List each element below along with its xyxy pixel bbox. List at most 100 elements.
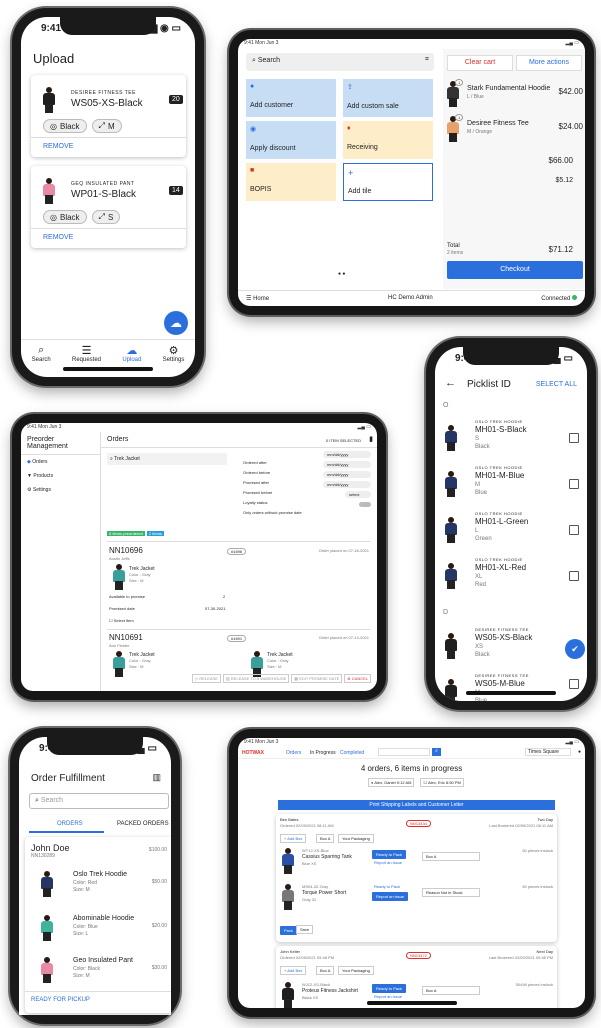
ready-to-pack-link[interactable]: Ready to Pack: [374, 884, 400, 889]
search-input[interactable]: [378, 748, 430, 756]
product-thumbnail: [43, 178, 55, 204]
item-checkbox[interactable]: [569, 433, 579, 443]
list-item[interactable]: OSLO TREK HOODIE MH01-XL-Red XL Red: [435, 553, 587, 599]
filter-row: Ordered after mm/dd/yyyy: [243, 451, 371, 465]
size-chip[interactable]: ⤢ S: [91, 210, 121, 224]
cancel-button[interactable]: ⊗ CANCEL: [344, 674, 371, 683]
select-all-button[interactable]: SELECT ALL: [536, 381, 577, 388]
save-button[interactable]: Save: [296, 925, 314, 934]
item-checkbox[interactable]: [569, 679, 579, 689]
select-item[interactable]: ☐ Select Item: [109, 618, 134, 623]
scan-icon[interactable]: ⌗: [425, 56, 429, 64]
search-icon: ⌕: [35, 797, 39, 804]
color-chip[interactable]: ◎ Black: [43, 210, 87, 224]
summary-title: 4 orders, 6 items in progress: [360, 764, 463, 773]
search-button[interactable]: ⌕: [432, 748, 441, 756]
item-checkbox[interactable]: [569, 479, 579, 489]
item-checkbox[interactable]: [569, 525, 579, 535]
order-placed: Order placed on 07-14-2021: [318, 635, 369, 640]
list-item[interactable]: DESIREE FITNESS TEE WS05-M-Blue M Blue: [435, 669, 587, 701]
list-item[interactable]: DESIREE FITNESS TEE WS05-XS-Black XS Bla…: [435, 623, 587, 669]
search-input[interactable]: ⌕ Search: [29, 793, 169, 809]
item-checkbox[interactable]: [569, 571, 579, 581]
date-field[interactable]: mm/dd/yyyy: [323, 451, 371, 458]
ready-to-pack-button[interactable]: Ready to Pack: [372, 984, 407, 993]
tab-completed[interactable]: Completed: [340, 750, 364, 756]
picker-chip[interactable]: ● Alex, Daniel 9:12 AM: [368, 778, 415, 787]
box-select[interactable]: Box A: [422, 852, 480, 861]
chart-icon[interactable]: ▥: [152, 772, 161, 783]
item-color: Color : Gray: [129, 658, 151, 663]
loyalty-select[interactable]: select: [345, 491, 371, 498]
box-chip[interactable]: Box A: [316, 966, 335, 975]
picker-chip[interactable]: ☐ Alex, Eric 8:50 PM: [420, 778, 464, 787]
cart-item[interactable]: 1 Stark Fundamental Hoodie L / Blue $42.…: [447, 79, 583, 109]
nav-settings[interactable]: ⚙ Settings: [163, 344, 185, 377]
add-box-button[interactable]: + Add Box: [280, 834, 307, 843]
cart-item[interactable]: 1 Desiree Fitness Tee M / Orange $24.00: [447, 114, 583, 144]
checkout-button[interactable]: Checkout: [447, 261, 583, 279]
filter-row: Promised before mm/dd/yyyy: [243, 481, 371, 495]
box-select[interactable]: Box A: [422, 986, 480, 995]
release-button[interactable]: ▷ RELEASE: [192, 674, 221, 683]
remove-button[interactable]: REMOVE: [43, 234, 73, 241]
nav-search[interactable]: ⌕ Search: [32, 344, 51, 377]
tab-in-progress[interactable]: In Progress: [310, 750, 336, 756]
reason-select[interactable]: Reason Not in Stock: [422, 888, 480, 897]
home-link[interactable]: Home: [253, 296, 269, 302]
battery-icon: ▂▄ ▭: [565, 739, 579, 745]
tile-bopis[interactable]: ■ BOPIS: [246, 163, 336, 201]
packaging-select[interactable]: Your Packaging: [338, 834, 374, 843]
clear-cart-button[interactable]: Clear cart: [447, 55, 513, 71]
size-chip[interactable]: ⤢ M: [91, 119, 122, 133]
tile-add-tile[interactable]: + Add tile: [343, 163, 433, 201]
menu-icon[interactable]: ☰: [246, 296, 251, 302]
product-sku: MH01-XL-Red: [475, 563, 527, 572]
tab-orders[interactable]: Orders: [286, 750, 301, 756]
print-labels-button[interactable]: Print Shipping Labels and Customer Lette…: [278, 800, 555, 810]
search-bar[interactable]: ⌕ Search ⌗: [246, 53, 434, 71]
report-issue-link[interactable]: Report an issue: [374, 860, 402, 865]
tile-add-customer[interactable]: ● Add customer: [246, 79, 336, 117]
release-warehouse-button[interactable]: ▥ RELEASE TO A WAREHOUSE: [222, 674, 290, 683]
store-select[interactable]: Times Square: [525, 748, 571, 756]
ready-to-pack-button[interactable]: Ready to Pack: [372, 850, 407, 859]
pack-button[interactable]: Pack: [280, 926, 297, 935]
tile-add-custom-sale[interactable]: ⇪ Add custom sale: [343, 79, 433, 117]
list-item[interactable]: OSLO TREK HOODIE MH01-S-Black S Black: [435, 415, 587, 461]
remove-button[interactable]: REMOVE: [43, 143, 73, 150]
date-field[interactable]: mm/dd/yyyy: [323, 481, 371, 488]
tab-orders[interactable]: ORDERS: [57, 821, 83, 827]
packaging-select[interactable]: Your Packaging: [338, 966, 374, 975]
color-chip[interactable]: ◎ Black: [43, 119, 87, 133]
menu-item-settings[interactable]: ⚙ Settings: [21, 483, 100, 497]
date-field[interactable]: mm/dd/yyyy: [323, 461, 371, 468]
tile-apply-discount[interactable]: ◉ Apply discount: [246, 121, 336, 159]
order-badge: NN13434: [406, 820, 431, 827]
add-box-button[interactable]: + Add Box: [280, 966, 307, 975]
done-fab[interactable]: ✔: [565, 639, 585, 659]
report-issue-link[interactable]: Report an issue: [374, 994, 402, 999]
date-field[interactable]: mm/dd/yyyy: [323, 471, 371, 478]
tab-packed-orders[interactable]: PACKED ORDERS: [117, 821, 169, 827]
nav-upload[interactable]: ☁ Upload: [122, 344, 141, 377]
back-arrow-icon[interactable]: ←: [445, 377, 456, 389]
upload-fab[interactable]: ☁: [164, 311, 188, 335]
menu-item-products[interactable]: ▼ Products: [21, 469, 100, 483]
box-chip[interactable]: Box A: [316, 834, 335, 843]
more-actions-button[interactable]: More actions: [516, 55, 582, 71]
nav-requested[interactable]: ☰ Requested: [72, 344, 101, 377]
edit-promise-date-button[interactable]: ▦ EDIT PROMISE DATE: [291, 674, 343, 683]
tag-icon: ◆: [27, 459, 31, 465]
menu-item-orders[interactable]: ◆ Orders: [21, 455, 100, 469]
list-item[interactable]: OSLO TREK HOODIE MH01-L-Green L Green: [435, 507, 587, 553]
trash-icon[interactable]: ▮: [369, 435, 373, 443]
status-bar: 9:41 Mon Jun 3 ▂▄ ▭: [244, 739, 579, 745]
user-icon[interactable]: ●: [578, 749, 581, 755]
report-issue-button[interactable]: Report an issue: [372, 892, 409, 901]
list-item[interactable]: OSLO TREK HOODIE MH01-M-Blue M Blue: [435, 461, 587, 507]
search-input[interactable]: ⌕ Trek Jacket: [107, 453, 227, 465]
tile-receiving[interactable]: ♦ Receiving: [343, 121, 433, 159]
toggle-switch[interactable]: [359, 502, 371, 507]
ready-for-pickup-button[interactable]: READY FOR PICKUP: [31, 997, 90, 1003]
